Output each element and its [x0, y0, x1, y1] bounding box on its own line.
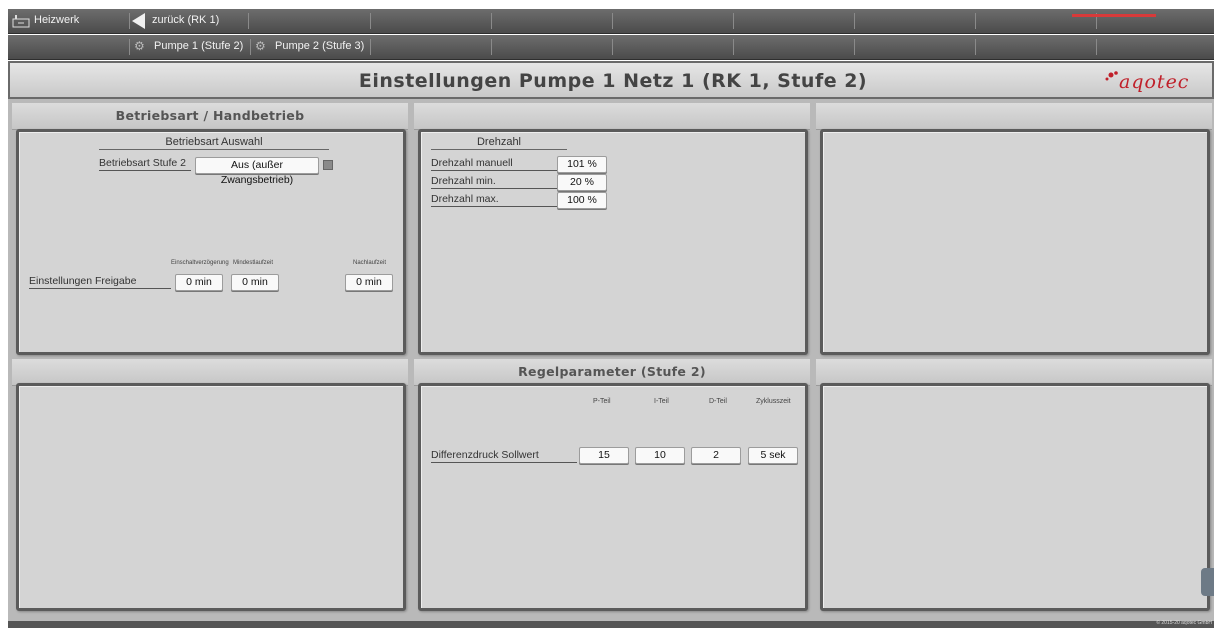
gears-icon: ⚙: [134, 39, 145, 53]
p-teil-header: P-Teil: [593, 398, 611, 405]
tab-pumpe-1[interactable]: ⚙ Pumpe 1 (Stufe 2): [130, 35, 248, 59]
zyklus-field[interactable]: 5 sek: [748, 447, 798, 464]
d-teil-header: D-Teil: [709, 398, 727, 405]
tab-label: Pumpe 1 (Stufe 2): [154, 40, 244, 52]
drehzahl-manuell-label: Drehzahl manuell: [431, 157, 557, 171]
section-header-regelparameter: Regelparameter (Stufe 2): [414, 359, 810, 386]
drehzahl-subtitle: Drehzahl: [476, 136, 522, 148]
drehzahl-max-label: Drehzahl max.: [431, 193, 557, 207]
alarm-indicator: [1072, 14, 1156, 17]
status-square-icon: [323, 160, 333, 170]
section-header-empty: [816, 103, 1212, 130]
nachlauf-field[interactable]: 0 min: [345, 274, 393, 291]
content-grid: Betriebsart / Handbetrieb Betriebsart Au…: [8, 99, 1214, 621]
back-button[interactable]: zurück (RK 1): [130, 9, 248, 33]
nachlauf-header: Nachlaufzeit: [353, 260, 387, 266]
gears-icon: ⚙: [255, 39, 266, 53]
panel-empty-top-right: [820, 129, 1210, 355]
section-header-empty: [414, 103, 810, 130]
panel-empty-bottom-right: [820, 383, 1210, 611]
top-nav-bar: Heizwerk zurück (RK 1): [8, 9, 1214, 34]
footer-bar: © 2015-20 aqotec GmbH: [8, 620, 1214, 628]
page-title: Einstellungen Pumpe 1 Netz 1 (RK 1, Stuf…: [358, 70, 868, 92]
i-teil-field[interactable]: 10: [635, 447, 685, 464]
logo-text: aqotec: [1119, 71, 1190, 93]
back-arrow-icon: [132, 13, 145, 29]
drehzahl-min-label: Drehzahl min.: [431, 175, 557, 189]
tab-pumpe-2[interactable]: ⚙ Pumpe 2 (Stufe 3): [251, 35, 369, 59]
mindest-header: Mindestlaufzeit: [233, 260, 274, 266]
home-button[interactable]: Heizwerk: [8, 9, 128, 33]
panel-drehzahl: Drehzahl Drehzahl manuell 101 % Drehzahl…: [418, 129, 808, 355]
betriebsart-stufe-label: Betriebsart Stufe 2: [99, 157, 191, 171]
drehzahl-min-field[interactable]: 20 %: [557, 174, 607, 191]
sub-nav-bar: ⚙ Pumpe 1 (Stufe 2) ⚙ Pumpe 2 (Stufe 3): [8, 35, 1214, 60]
betriebsart-subtitle: Betriebsart Auswahl: [165, 136, 263, 148]
panel-regelparameter: P-Teil I-Teil D-Teil Zyklusszeit Differe…: [418, 383, 808, 611]
panel-betriebsart: Betriebsart Auswahl Betriebsart Stufe 2 …: [16, 129, 406, 355]
home-label: Heizwerk: [34, 14, 80, 26]
section-header-empty: [12, 359, 408, 386]
drehzahl-max-field[interactable]: 100 %: [557, 192, 607, 209]
einschalt-field[interactable]: 0 min: [175, 274, 223, 291]
drehzahl-manuell-field[interactable]: 101 %: [557, 156, 607, 173]
side-scroll-handle[interactable]: [1201, 568, 1214, 596]
betriebsart-select[interactable]: Aus (außer Zwangsbetrieb): [195, 157, 319, 186]
d-teil-field[interactable]: 2: [691, 447, 741, 464]
zyklus-header: Zyklusszeit: [756, 398, 791, 405]
copyright-text: © 2015-20 aqotec GmbH: [1156, 620, 1212, 626]
einschalt-header: Einschaltverzögerung: [171, 260, 229, 266]
freigabe-label: Einstellungen Freigabe: [29, 275, 171, 289]
plant-icon: [12, 15, 30, 28]
section-header-betriebsart: Betriebsart / Handbetrieb: [12, 103, 408, 130]
aqotec-logo: aqotec: [1103, 69, 1207, 96]
title-bar: Einstellungen Pumpe 1 Netz 1 (RK 1, Stuf…: [8, 61, 1214, 99]
p-teil-field[interactable]: 15: [579, 447, 629, 464]
section-header-empty: [816, 359, 1212, 386]
tab-label: Pumpe 2 (Stufe 3): [275, 40, 365, 52]
differenzdruck-label: Differenzdruck Sollwert: [431, 449, 577, 463]
mindest-field[interactable]: 0 min: [231, 274, 279, 291]
back-label: zurück (RK 1): [152, 14, 220, 26]
i-teil-header: I-Teil: [654, 398, 669, 405]
panel-empty-bottom-left: [16, 383, 406, 611]
